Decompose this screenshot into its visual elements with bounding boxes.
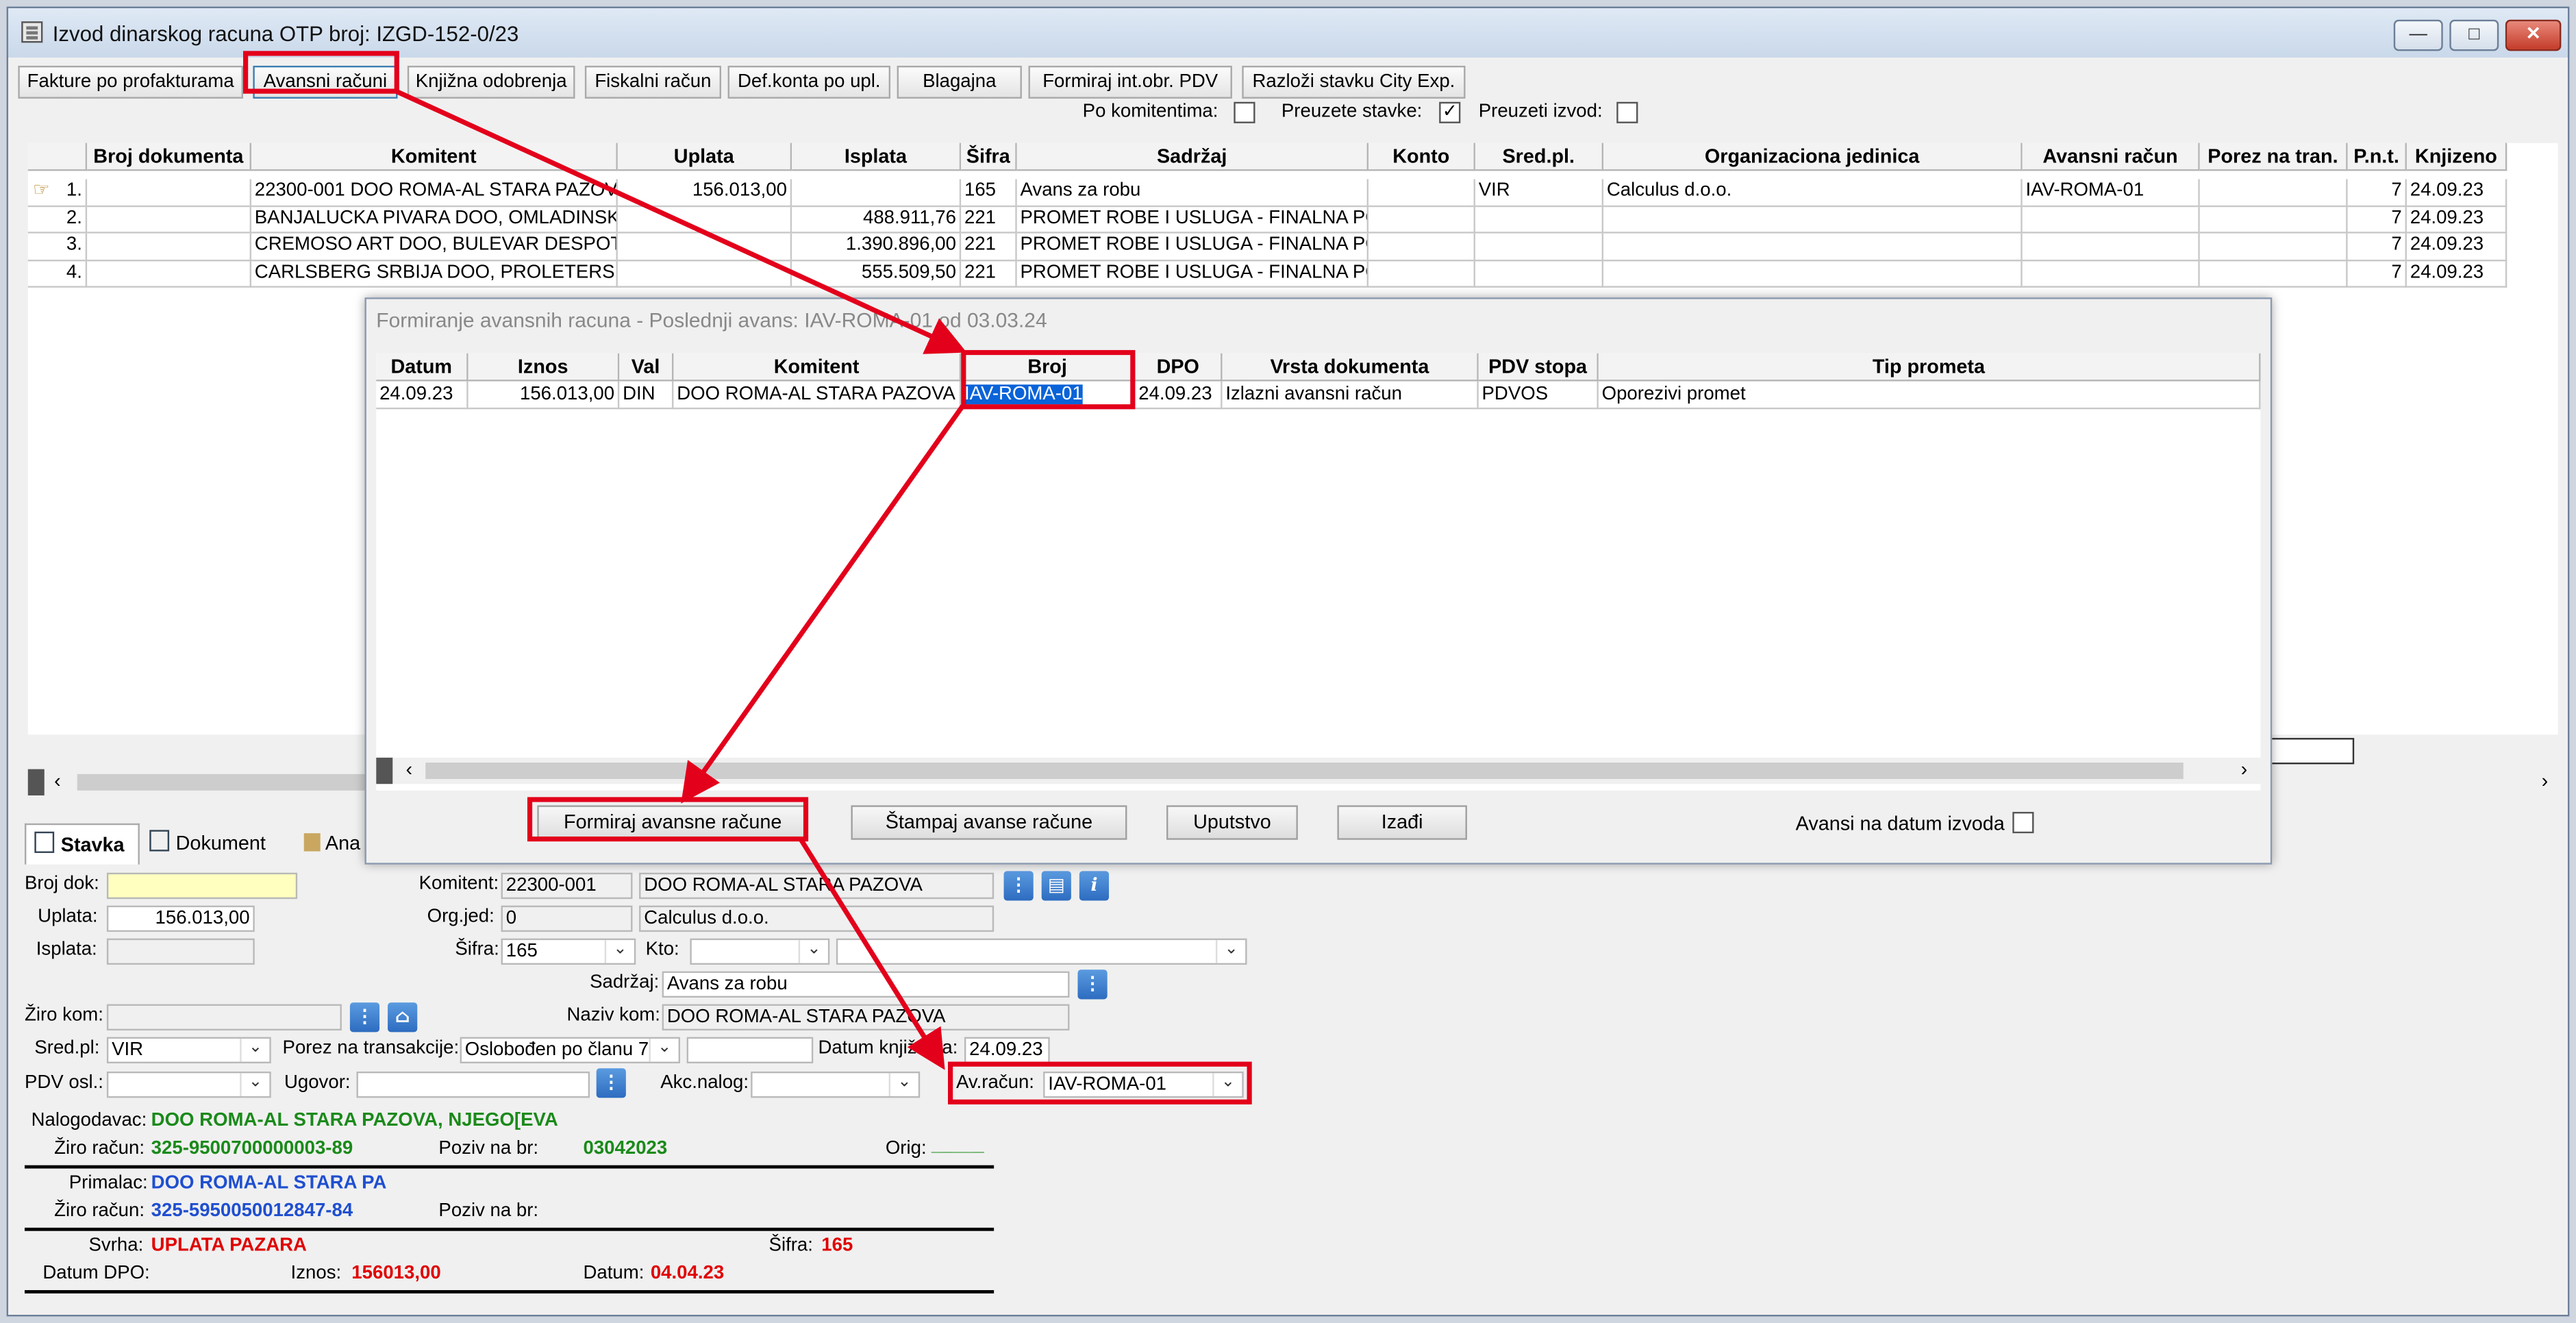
arrow-2: [681, 404, 965, 804]
annotation-arrows: [393, 88, 967, 1070]
arrow-3: [798, 837, 945, 1070]
arrow-1: [393, 88, 967, 354]
